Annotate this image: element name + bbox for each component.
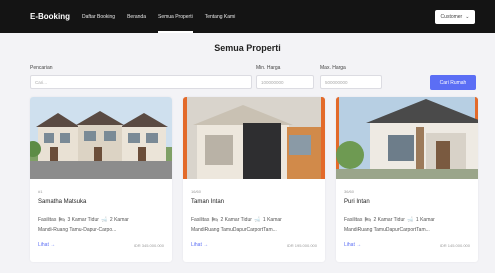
bedroom-count: 2 Kamar Tidur bbox=[220, 217, 252, 223]
facility-prefix: Fasilitas bbox=[38, 217, 57, 223]
property-card[interactable]: #1 Samatha Matsuka Fasilitas 🛏 3 Kamar T… bbox=[30, 97, 172, 262]
property-title: Samatha Matsuka bbox=[38, 199, 87, 205]
bath-icon: 🛁 bbox=[101, 217, 108, 223]
property-image[interactable] bbox=[30, 97, 172, 179]
facility-prefix: Fasilitas bbox=[344, 217, 363, 223]
property-facilities: Fasilitas 🛏 2 Kamar Tidur 🛁 1 Kamar Mand… bbox=[191, 215, 319, 235]
view-detail-link[interactable]: Lihat → bbox=[344, 242, 361, 248]
facility-details: Mandi-Ruang Tamu-Dapur-Carpo... bbox=[38, 227, 117, 233]
facility-details: MandiRuang TamuDapurCarportTam... bbox=[344, 227, 430, 233]
navbar: E-Booking Daftar Booking Beranda Semua P… bbox=[0, 0, 495, 33]
property-facilities: Fasilitas 🛏 2 Kamar Tidur 🛁 1 Kamar Mand… bbox=[344, 215, 472, 235]
brand-logo[interactable]: E-Booking bbox=[30, 12, 70, 21]
property-id: 36/60 bbox=[344, 189, 355, 194]
property-image[interactable] bbox=[336, 97, 478, 179]
property-price: IDR 345.000.000 bbox=[133, 243, 164, 248]
nav-semua-properti[interactable]: Semua Properti bbox=[157, 10, 193, 33]
bathroom-count: 2 Kamar bbox=[109, 217, 129, 223]
page-title: Semua Properti bbox=[214, 43, 281, 53]
customer-dropdown[interactable]: Customer ⌄ bbox=[435, 10, 475, 24]
nav-beranda[interactable]: Beranda bbox=[127, 10, 146, 24]
bathroom-count: 1 Kamar bbox=[262, 217, 282, 223]
search-input[interactable]: Cari... bbox=[30, 75, 252, 89]
property-card[interactable]: 36/60 Puri Intan Fasilitas 🛏 2 Kamar Tid… bbox=[336, 97, 478, 262]
bed-icon: 🛏 bbox=[364, 217, 372, 223]
bedroom-count: 3 Kamar Tidur bbox=[67, 217, 99, 223]
min-price-field[interactable]: 100000000 bbox=[256, 75, 314, 89]
min-price-label: Min. Harga bbox=[256, 65, 281, 71]
property-card[interactable]: 16/60 Taman Intan Fasilitas 🛏 2 Kamar Ti… bbox=[183, 97, 325, 262]
property-title: Puri Intan bbox=[344, 199, 370, 205]
bath-icon: 🛁 bbox=[254, 217, 261, 223]
property-title: Taman Intan bbox=[191, 199, 225, 205]
bathroom-count: 1 Kamar bbox=[415, 217, 435, 223]
bedroom-count: 2 Kamar Tidur bbox=[373, 217, 405, 223]
search-button[interactable]: Cari Rumah bbox=[430, 75, 476, 90]
view-detail-link[interactable]: Lihat → bbox=[38, 242, 55, 248]
property-price: IDR 195.000.000 bbox=[286, 243, 317, 248]
bed-icon: 🛏 bbox=[211, 217, 219, 223]
chevron-down-icon: ⌄ bbox=[465, 14, 470, 20]
max-price-label: Max. Harga bbox=[320, 65, 346, 71]
keyword-label: Pencarian bbox=[30, 65, 53, 71]
max-price-field[interactable]: 500000000 bbox=[320, 75, 382, 89]
view-detail-link[interactable]: Lihat → bbox=[191, 242, 208, 248]
property-price: IDR 145.000.000 bbox=[439, 243, 470, 248]
customer-label: Customer bbox=[440, 14, 463, 20]
facility-details: MandiRuang TamuDapurCarportTam... bbox=[191, 227, 277, 233]
property-facilities: Fasilitas 🛏 3 Kamar Tidur 🛁 2 Kamar Mand… bbox=[38, 215, 166, 235]
property-image[interactable] bbox=[183, 97, 325, 179]
bath-icon: 🛁 bbox=[407, 217, 414, 223]
bed-icon: 🛏 bbox=[58, 217, 66, 223]
nav-tentang-kami[interactable]: Tentang Kami bbox=[205, 10, 236, 24]
nav-daftar-booking[interactable]: Daftar Booking bbox=[82, 10, 115, 24]
property-id: #1 bbox=[38, 189, 43, 194]
property-id: 16/60 bbox=[191, 189, 202, 194]
nav-links: Daftar Booking Beranda Semua Properti Te… bbox=[82, 10, 247, 33]
facility-prefix: Fasilitas bbox=[191, 217, 210, 223]
